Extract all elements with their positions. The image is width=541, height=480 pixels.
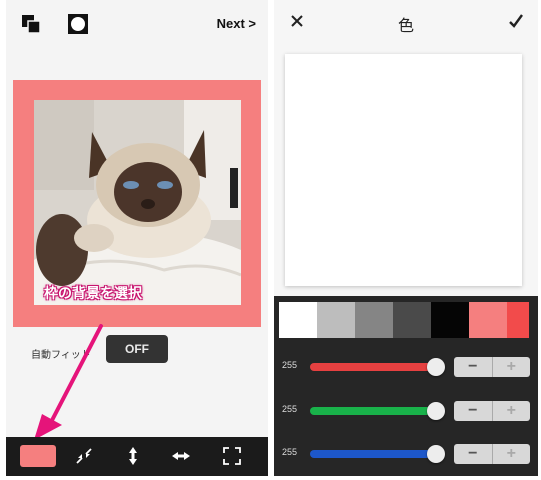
rounded-frame-icon[interactable] xyxy=(67,13,89,35)
blue-slider-row: 255 − + xyxy=(274,441,538,467)
color-picker-screen: 色 255− +255− +255− + xyxy=(274,0,538,476)
blue-stepper: − + xyxy=(454,444,530,464)
blue-slider-knob[interactable] xyxy=(427,445,445,463)
checkmark-icon[interactable] xyxy=(508,13,524,29)
frame-editor-screen: Next > 枠の背景を選択 自動フィット OFF xyxy=(6,0,268,476)
red-slider-row: 255 − + xyxy=(274,354,538,380)
green-decrement-button[interactable]: − xyxy=(454,401,493,421)
palette-color-2[interactable] xyxy=(355,302,393,338)
green-slider-track[interactable] xyxy=(310,407,436,415)
blue-value: 255 xyxy=(282,447,298,457)
autofit-toggle[interactable]: OFF xyxy=(106,335,168,363)
green-value: 255 xyxy=(282,404,298,414)
red-decrement-button[interactable]: − xyxy=(454,357,493,377)
bottom-toolbar xyxy=(6,437,268,476)
red-increment-button[interactable]: + xyxy=(493,357,531,377)
palette-color-6[interactable] xyxy=(507,302,529,338)
layers-icon[interactable] xyxy=(20,13,42,35)
palette-color-0[interactable] xyxy=(279,302,317,338)
autofit-label: 自動フィット xyxy=(31,350,91,361)
palette-color-4[interactable] xyxy=(431,302,469,338)
red-value: 255 xyxy=(282,360,298,370)
green-slider-row: 255 − + xyxy=(274,398,538,424)
color-controls-panel: 255− +255− +255− + xyxy=(274,296,538,476)
blue-decrement-button[interactable]: − xyxy=(454,444,493,464)
green-slider-knob[interactable] xyxy=(427,402,445,420)
color-palette xyxy=(279,302,529,338)
screen-title: 色 xyxy=(397,18,414,35)
green-stepper: − + xyxy=(454,401,530,421)
palette-color-1[interactable] xyxy=(317,302,355,338)
blue-slider-track[interactable] xyxy=(310,450,436,458)
cat-photo xyxy=(34,100,241,305)
red-slider-track[interactable] xyxy=(310,363,436,371)
background-color-button[interactable] xyxy=(20,445,56,467)
palette-color-5[interactable] xyxy=(469,302,507,338)
fullscreen-icon[interactable] xyxy=(221,445,243,467)
annotation-label: 枠の背景を選択 xyxy=(44,285,142,301)
palette-color-3[interactable] xyxy=(393,302,431,338)
color-preview xyxy=(285,54,522,286)
blue-increment-button[interactable]: + xyxy=(493,444,531,464)
vertical-fit-icon[interactable] xyxy=(122,445,144,467)
green-increment-button[interactable]: + xyxy=(493,401,531,421)
horizontal-fit-icon[interactable] xyxy=(170,445,192,467)
shrink-diagonal-icon[interactable] xyxy=(73,445,95,467)
red-stepper: − + xyxy=(454,357,530,377)
red-slider-knob[interactable] xyxy=(427,358,445,376)
next-button[interactable]: Next > xyxy=(217,16,256,31)
